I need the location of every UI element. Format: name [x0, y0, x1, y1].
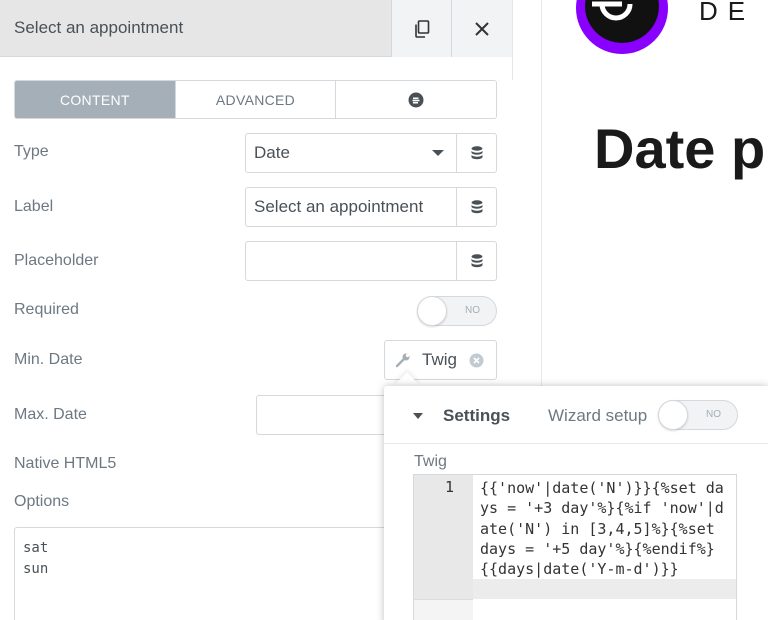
min-date-dynamic-tag[interactable]: Twig	[384, 340, 497, 380]
active-line-highlight	[473, 579, 736, 599]
wizard-setup-toggle[interactable]: NO	[658, 400, 738, 430]
chevron-down-icon	[432, 150, 444, 156]
options-label: Options	[14, 493, 70, 510]
wrench-icon	[395, 353, 410, 368]
panel-tabs: CONTENT ADVANCED	[14, 80, 497, 119]
label-label: Label	[14, 198, 54, 215]
required-label: Required	[14, 301, 79, 318]
panel-side-strip	[512, 0, 541, 80]
placeholder-input[interactable]	[245, 241, 457, 281]
type-select-value: Date	[254, 143, 290, 162]
max-date-label: Max. Date	[14, 406, 87, 423]
line-number: 1	[444, 478, 454, 496]
toggle-state: NO	[465, 305, 480, 316]
twig-code-editor[interactable]: 1 {{'now'|date('N')}}{%set days = '+3 da…	[413, 474, 737, 620]
max-date-input[interactable]	[256, 395, 396, 435]
tab-advanced[interactable]: ADVANCED	[174, 81, 336, 118]
type-dynamic-button[interactable]	[456, 133, 497, 173]
label-input[interactable]: Select an appointment	[245, 187, 457, 227]
tab-elementor[interactable]	[335, 81, 496, 118]
remove-tag-icon[interactable]	[469, 353, 484, 368]
database-icon	[471, 146, 482, 160]
database-icon	[471, 254, 482, 268]
copy-button[interactable]	[391, 0, 451, 57]
database-icon	[471, 200, 482, 214]
toggle-state: NO	[706, 409, 721, 420]
label-dynamic-button[interactable]	[456, 187, 497, 227]
wizard-setup-label: Wizard setup	[548, 406, 648, 425]
panel-header: Select an appointment	[0, 0, 512, 57]
settings-section-header[interactable]: Settings Wizard setup NO	[384, 386, 768, 444]
copy-icon	[414, 19, 429, 38]
code-gutter-lower	[414, 599, 473, 620]
twig-settings-popup: Settings Wizard setup NO Twig 1 {{'now'|…	[384, 386, 768, 620]
placeholder-label: Placeholder	[14, 252, 99, 269]
required-toggle[interactable]: NO	[417, 296, 497, 326]
close-icon	[475, 21, 489, 36]
min-date-tag-label: Twig	[422, 350, 457, 369]
toggle-knob	[417, 296, 447, 326]
min-date-label: Min. Date	[14, 351, 83, 368]
twig-code-label: Twig	[414, 453, 447, 470]
caret-down-icon	[413, 413, 423, 419]
type-select[interactable]: Date	[245, 133, 457, 173]
type-label: Type	[14, 143, 49, 160]
native-html5-label: Native HTML5	[14, 455, 117, 472]
twig-code-text: {{'now'|date('N')}}{%set days = '+3 day'…	[480, 479, 724, 579]
brand-wordmark: DE	[699, 0, 756, 26]
brand-logo	[576, 0, 668, 54]
close-button[interactable]	[451, 0, 512, 57]
settings-title: Settings	[443, 406, 511, 425]
panel-title: Select an appointment	[14, 18, 184, 37]
elementor-icon	[408, 92, 424, 107]
tab-content[interactable]: CONTENT	[15, 81, 175, 118]
placeholder-dynamic-button[interactable]	[456, 241, 497, 281]
page-heading: Date p	[594, 117, 766, 180]
toggle-knob	[658, 400, 688, 430]
